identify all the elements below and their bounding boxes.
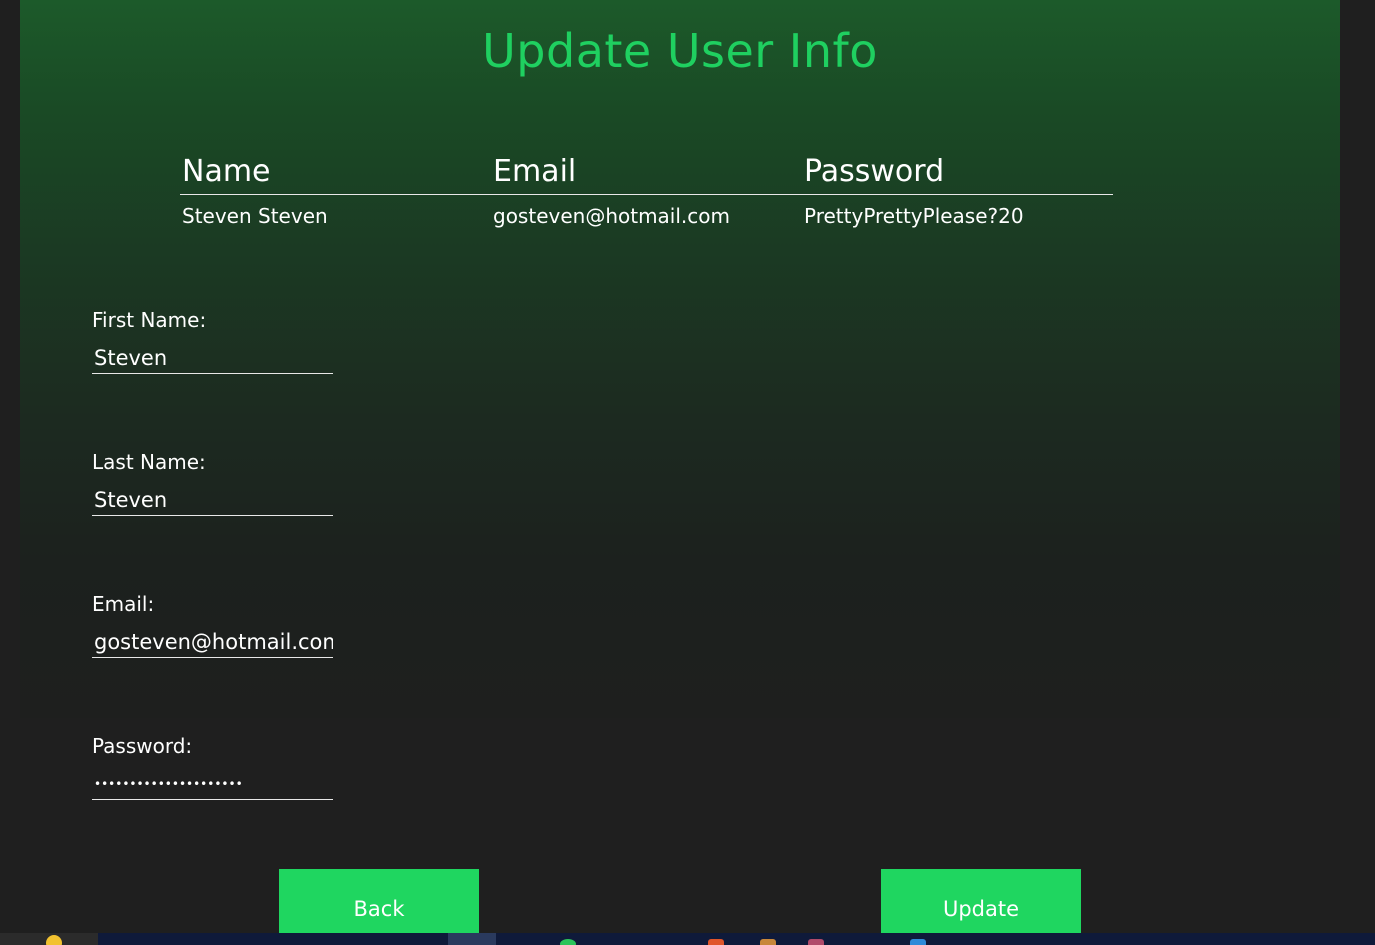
user-info-table: Name Email Password Steven Steven gostev… <box>180 150 1113 239</box>
column-header-password: Password <box>804 154 945 189</box>
app-icon[interactable] <box>760 939 776 945</box>
cell-password: PrettyPrettyPlease?20 <box>804 204 1024 228</box>
first-name-input[interactable] <box>92 342 333 374</box>
page-title: Update User Info <box>482 24 878 78</box>
column-header-email: Email <box>493 154 577 189</box>
app-icon[interactable] <box>708 939 724 945</box>
taskbar-active-app[interactable] <box>448 933 496 945</box>
table-row: Steven Steven gosteven@hotmail.com Prett… <box>180 195 1113 239</box>
app-icon[interactable] <box>910 939 926 945</box>
app-icon[interactable] <box>808 939 824 945</box>
taskbar <box>0 933 1375 945</box>
cell-name: Steven Steven <box>182 204 328 228</box>
taskbar-weather[interactable] <box>0 933 98 945</box>
last-name-label: Last Name: <box>92 450 206 474</box>
password-label: Password: <box>92 734 193 758</box>
column-header-name: Name <box>182 154 271 189</box>
cell-email: gosteven@hotmail.com <box>493 204 730 228</box>
password-input[interactable] <box>92 768 333 800</box>
email-input[interactable] <box>92 626 333 658</box>
email-label: Email: <box>92 592 155 616</box>
app-window: Update User Info Name Email Password Ste… <box>0 0 1375 945</box>
back-button[interactable]: Back <box>279 869 479 935</box>
first-name-label: First Name: <box>92 308 207 332</box>
weather-icon <box>46 935 62 945</box>
chrome-icon[interactable] <box>560 939 576 945</box>
last-name-input[interactable] <box>92 484 333 516</box>
table-header-row: Name Email Password <box>180 150 1113 195</box>
update-button[interactable]: Update <box>881 869 1081 935</box>
